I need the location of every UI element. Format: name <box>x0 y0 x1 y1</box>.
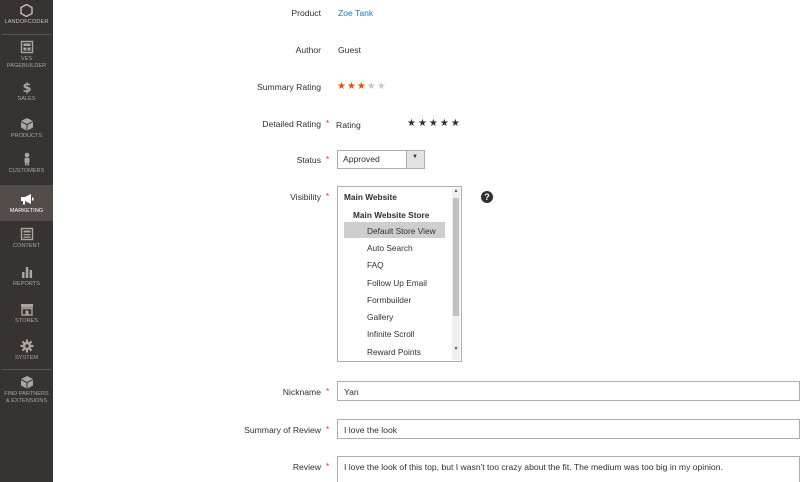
visibility-option[interactable]: Main Website Store <box>353 210 429 220</box>
gear-icon <box>20 339 33 353</box>
summary-rating-row: Summary Rating ★★★★★ <box>53 81 800 95</box>
visibility-scrollbar[interactable]: ▲ ▼ <box>452 188 460 360</box>
scroll-thumb[interactable] <box>453 198 459 316</box>
visibility-option[interactable]: Follow Up Email <box>367 278 427 288</box>
sidebar-item-reports[interactable]: REPORTS <box>0 265 53 293</box>
status-dropdown-button[interactable]: ▼ <box>406 151 424 168</box>
status-label: Status <box>296 155 321 165</box>
author-row: Author Guest <box>53 44 800 58</box>
summary-review-label: Summary of Review <box>244 425 321 435</box>
help-icon[interactable]: ? <box>481 191 493 203</box>
visibility-option[interactable]: Auto Search <box>367 243 413 253</box>
sidebar-item-label: STORES <box>15 318 38 324</box>
scroll-up-arrow-icon[interactable]: ▲ <box>452 188 460 194</box>
logo[interactable]: LANDOFCODER <box>0 0 53 33</box>
visibility-option-selected[interactable]: Default Store View <box>344 222 445 238</box>
cube-icon <box>20 118 33 131</box>
summary-rating-label: Summary Rating <box>257 82 321 92</box>
product-row: Product Zoe Tank <box>53 7 800 21</box>
summary-rating-stars: ★★★★★ <box>337 81 387 92</box>
scroll-down-arrow-icon[interactable]: ▼ <box>452 346 460 352</box>
product-link[interactable]: Zoe Tank <box>338 8 373 18</box>
megaphone-icon <box>20 194 33 205</box>
required-mark: * <box>326 155 330 164</box>
status-selected-value: Approved <box>343 154 380 164</box>
content-icon <box>20 227 33 241</box>
status-select[interactable]: Approved ▼ <box>337 150 425 169</box>
sidebar-item-label: FIND PARTNERS <box>4 391 49 397</box>
sidebar-item-label: PRODUCTS <box>10 133 43 139</box>
product-label: Product <box>291 8 321 18</box>
sidebar-item-pagebuilder[interactable]: VES PAGEBUILDER <box>0 40 53 74</box>
review-textarea[interactable]: I love the look of this top, but I wasn'… <box>337 456 800 482</box>
sidebar-item-label: REPORTS <box>13 281 40 287</box>
review-value: I love the look of this top, but I wasn'… <box>344 462 723 472</box>
review-row: Review * I love the look of this top, bu… <box>53 456 800 482</box>
detailed-rating-label: Detailed Rating <box>262 119 321 129</box>
bar-chart-icon <box>21 267 32 278</box>
sidebar-item-label: MARKETING <box>9 208 44 214</box>
sidebar-item-content[interactable]: CONTENT <box>0 227 53 255</box>
extensions-icon <box>20 376 33 389</box>
sidebar-item-label: CONTENT <box>12 243 41 249</box>
detailed-rating-row: Detailed Rating * Rating ★★★★★ <box>53 118 800 132</box>
visibility-option[interactable]: Main Website <box>344 192 397 202</box>
visibility-option[interactable]: Gallery <box>367 312 393 322</box>
author-label: Author <box>295 45 321 55</box>
nickname-row: Nickname * Yan <box>53 381 800 402</box>
admin-sidebar: LANDOFCODER VES PAGEBUILDER $ SALES PROD… <box>0 0 53 482</box>
svg-text:$: $ <box>22 81 31 94</box>
person-icon <box>24 152 29 166</box>
visibility-option[interactable]: FAQ <box>367 260 384 270</box>
summary-review-value: I love the look <box>344 425 398 435</box>
detailed-rating-stars[interactable]: ★★★★★ <box>407 118 462 129</box>
nickname-label: Nickname <box>282 387 321 397</box>
required-mark: * <box>326 119 330 128</box>
sidebar-item-products[interactable]: PRODUCTS <box>0 117 53 145</box>
sidebar-item-label: PAGEBUILDER <box>6 63 47 69</box>
required-mark: * <box>326 462 330 471</box>
chevron-down-icon: ▼ <box>412 154 418 160</box>
sidebar-item-stores[interactable]: STORES <box>0 302 53 330</box>
visibility-option[interactable]: Infinite Scroll <box>367 329 415 339</box>
sidebar-item-label: SYSTEM <box>14 355 38 361</box>
visibility-label: Visibility <box>290 192 321 202</box>
author-value: Guest <box>338 45 361 55</box>
sidebar-item-label: CUSTOMERS <box>8 168 45 174</box>
sidebar-item-marketing[interactable]: MARKETING <box>0 185 53 221</box>
store-icon <box>20 304 33 316</box>
nickname-value: Yan <box>344 387 359 397</box>
summary-review-row: Summary of Review * I love the look <box>53 419 800 440</box>
sidebar-item-find-partners[interactable]: FIND PARTNERS & EXTENSIONS <box>0 375 53 411</box>
required-mark: * <box>326 425 330 434</box>
sidebar-item-system[interactable]: SYSTEM <box>0 339 53 367</box>
sidebar-item-label: SALES <box>17 96 36 102</box>
sidebar-divider <box>2 369 51 370</box>
logo-label: LANDOFCODER <box>4 19 49 25</box>
logo-hexagon-icon <box>20 4 33 17</box>
pagebuilder-icon <box>20 40 33 54</box>
summary-review-field[interactable]: I love the look <box>337 419 800 439</box>
sidebar-item-sales[interactable]: $ SALES <box>0 80 53 108</box>
visibility-option[interactable]: Formbuilder <box>367 295 411 305</box>
star-empty-icon: ★★ <box>366 81 387 92</box>
required-mark: * <box>326 387 330 396</box>
status-row: Status * Approved ▼ <box>53 150 800 170</box>
sidebar-item-label: & EXTENSIONS <box>5 398 48 404</box>
sidebar-divider <box>2 34 51 35</box>
visibility-row: Visibility * Main Website Main Website S… <box>53 186 800 364</box>
detailed-rating-sub-label: Rating <box>336 120 361 130</box>
sidebar-item-label: VES <box>20 56 33 62</box>
star-filled-icon: ★★★ <box>337 81 367 92</box>
nickname-field[interactable]: Yan <box>337 381 800 401</box>
sidebar-item-customers[interactable]: CUSTOMERS <box>0 152 53 180</box>
dollar-icon: $ <box>22 81 31 94</box>
required-mark: * <box>326 192 330 201</box>
review-label: Review <box>292 462 321 472</box>
visibility-option[interactable]: Reward Points <box>367 347 421 357</box>
visibility-multiselect[interactable]: Main Website Main Website Store Default … <box>337 186 462 362</box>
